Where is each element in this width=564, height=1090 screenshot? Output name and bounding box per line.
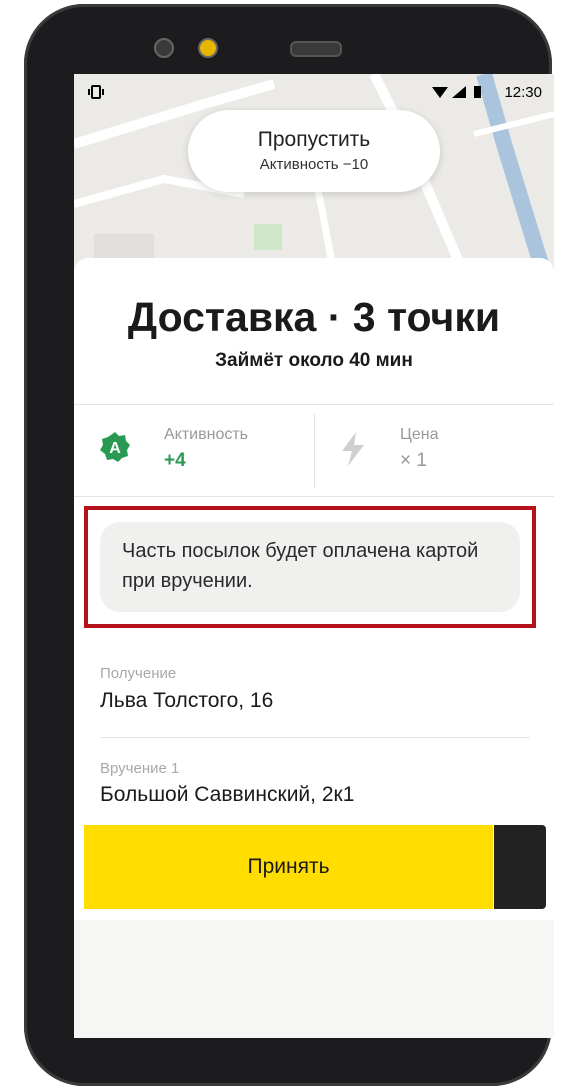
skip-penalty: Активность −10 — [259, 156, 369, 173]
divider — [74, 496, 554, 497]
activity-badge-letter: A — [109, 440, 121, 457]
highlight-frame: Часть посылок будет оплачена картой при … — [84, 506, 536, 628]
bottom-spacer — [74, 920, 554, 1038]
activity-label: Активность — [164, 426, 249, 443]
status-time: 12:30 — [504, 84, 542, 101]
order-duration: Займёт около 40 мин — [215, 350, 413, 371]
delivery-1-address[interactable]: Большой Саввинский, 2к1 — [100, 783, 354, 807]
phone-frame: 12:30 Пропустить Активность −10 Доставка… — [24, 4, 554, 1086]
activity-value: +4 — [164, 450, 186, 471]
vibrate-icon — [88, 84, 104, 105]
order-card: Доставка · 3 точки Займёт около 40 мин A… — [74, 258, 554, 1038]
divider — [74, 404, 554, 405]
price-label: Цена — [400, 426, 439, 443]
lightning-icon — [342, 432, 364, 466]
app-screen: 12:30 Пропустить Активность −10 Доставка… — [74, 74, 554, 1038]
signal-battery-icons — [432, 84, 492, 104]
skip-button[interactable]: Пропустить Активность −10 — [188, 110, 440, 192]
wifi-signal-battery-icon — [432, 86, 481, 98]
front-camera-icon — [154, 38, 174, 58]
status-bar: 12:30 — [74, 74, 554, 114]
price-multiplier: × 1 — [400, 450, 427, 471]
skip-title: Пропустить — [257, 128, 371, 151]
divider — [100, 737, 530, 738]
order-title: Доставка · 3 точки — [127, 294, 501, 340]
payment-notice: Часть посылок будет оплачена картой при … — [100, 522, 520, 612]
accept-button[interactable]: Принять — [84, 825, 493, 909]
pickup-label: Получение — [100, 665, 177, 682]
sensor-icon — [198, 38, 218, 58]
accept-progress-indicator — [494, 825, 546, 909]
stats-divider — [314, 414, 315, 488]
delivery-1-label: Вручение 1 — [100, 760, 180, 777]
speaker-grille — [290, 41, 342, 57]
pickup-address[interactable]: Льва Толстого, 16 — [100, 689, 273, 713]
activity-badge-icon: A — [100, 432, 130, 462]
